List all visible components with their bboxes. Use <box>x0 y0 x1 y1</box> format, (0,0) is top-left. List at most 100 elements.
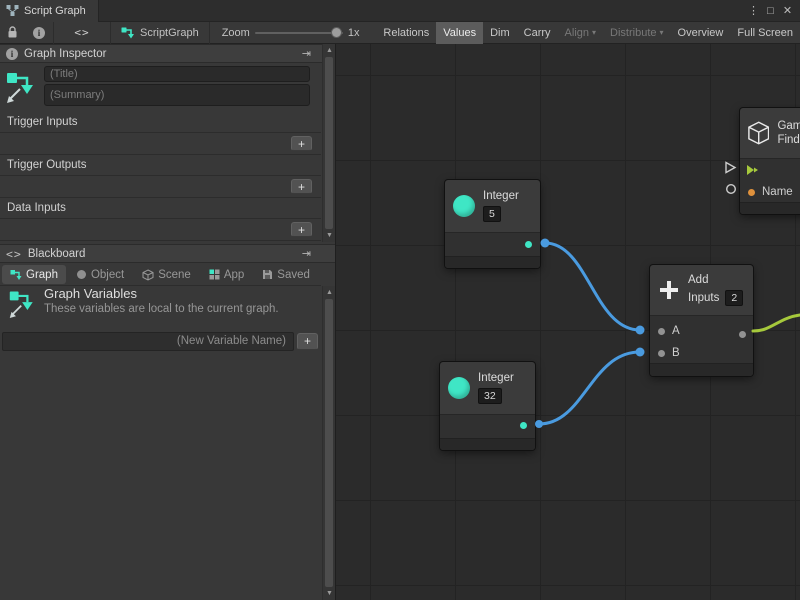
wire-endpoint-dot[interactable] <box>535 420 543 428</box>
tab-script-graph[interactable]: Script Graph <box>0 0 99 22</box>
scene-tab-icon <box>142 269 154 281</box>
script-graph-window: Script Graph ⋮ □ ✕ i <> ScriptGraph <box>0 0 800 600</box>
section-label: Trigger Outputs <box>0 155 321 175</box>
tab-scene[interactable]: Scene <box>134 265 199 284</box>
tab-object[interactable]: Object <box>68 265 132 284</box>
add-trigger-output-button[interactable]: + <box>291 179 312 194</box>
section-data-inputs: Data Inputs + <box>0 198 321 241</box>
blackboard-scrollbar[interactable]: ▲ ▼ <box>322 286 335 600</box>
button-label: Carry <box>524 27 551 39</box>
add-variable-button[interactable]: + <box>297 333 318 350</box>
carry-button[interactable]: Carry <box>517 22 558 44</box>
scroll-down-icon[interactable]: ▼ <box>323 230 336 241</box>
tab-app[interactable]: App <box>201 265 252 284</box>
divider <box>0 240 321 241</box>
app-tab-icon <box>209 269 220 280</box>
wire-add-output[interactable] <box>753 315 800 331</box>
button-label: Distribute <box>610 27 656 39</box>
tab-label: App <box>224 269 244 281</box>
saved-tab-icon <box>262 269 273 280</box>
button-label: Full Screen <box>737 27 793 39</box>
graph-toolbar: i <> ScriptGraph Zoom 1x Relations Value… <box>0 22 800 44</box>
zoom-slider[interactable] <box>255 22 343 44</box>
tab-label: Object <box>91 269 124 281</box>
relations-button[interactable]: Relations <box>376 22 436 44</box>
lock-icon[interactable] <box>0 22 25 44</box>
add-trigger-input-button[interactable]: + <box>291 136 312 151</box>
blackboard-tabs: Graph Object Scene <box>0 264 321 286</box>
blackboard-title: Blackboard <box>28 248 86 260</box>
script-graph-tab-icon <box>6 4 19 17</box>
scroll-up-icon[interactable]: ▲ <box>323 45 336 56</box>
window-close-icon[interactable]: ✕ <box>779 0 796 22</box>
window-menu-icon[interactable]: ⋮ <box>745 0 762 22</box>
new-variable-input[interactable] <box>2 332 294 351</box>
tab-label: Graph <box>26 269 58 281</box>
window-maximize-icon[interactable]: □ <box>762 0 779 22</box>
graph-asset-reference[interactable]: ScriptGraph <box>111 22 210 44</box>
scroll-up-icon[interactable]: ▲ <box>323 287 336 298</box>
graph-asset-icon <box>121 26 135 40</box>
tab-label: Saved <box>277 269 310 281</box>
zoom-value: 1x <box>348 27 360 39</box>
button-label: Values <box>443 27 476 39</box>
wire-endpoint-dot[interactable] <box>636 326 645 335</box>
section-trigger-outputs: Trigger Outputs + <box>0 155 321 198</box>
graph-tab-icon <box>10 269 22 281</box>
empty-list-row: + <box>0 133 321 154</box>
object-tab-icon <box>76 269 87 280</box>
button-label: Relations <box>383 27 429 39</box>
lock-glyph <box>7 26 18 39</box>
summary-input[interactable] <box>44 84 310 106</box>
scrollbar-thumb[interactable] <box>325 57 333 229</box>
distribute-button[interactable]: Distribute ▾ <box>603 22 670 44</box>
inspector-scrollbar[interactable]: ▲ ▼ <box>322 44 335 242</box>
graph-inspector-title: Graph Inspector <box>24 48 106 60</box>
dropdown-caret-icon: ▾ <box>660 29 664 37</box>
graph-canvas[interactable]: Integer 5 Integer 32 <box>336 44 800 600</box>
values-button[interactable]: Values <box>436 22 483 44</box>
wire-integer2-to-add-b[interactable] <box>539 352 640 424</box>
toolbar-buttons: Relations Values Dim Carry Align▾ Distri… <box>376 22 800 44</box>
button-label: Overview <box>678 27 724 39</box>
tab-graph[interactable]: Graph <box>2 265 66 284</box>
info-icon: i <box>6 48 18 60</box>
blackboard-header: <> Blackboard ⇥ <box>0 244 335 263</box>
titlebar: Script Graph ⋮ □ ✕ <box>0 0 800 22</box>
window-controls: ⋮ □ ✕ <box>745 0 800 22</box>
edit-graph-button[interactable]: <> <box>53 22 111 44</box>
section-label: Trigger Inputs <box>0 112 321 132</box>
info-icon[interactable]: i <box>33 27 45 39</box>
blackboard-icon: <> <box>6 247 22 261</box>
empty-list-row: + <box>0 219 321 240</box>
add-data-input-button[interactable]: + <box>291 222 312 237</box>
zoom-slider-track[interactable] <box>255 32 343 34</box>
sidebar: i Graph Inspector ⇥ Trigger Inputs + <box>0 44 336 600</box>
wire-endpoint-dot[interactable] <box>636 348 645 357</box>
graph-inspector-header: i Graph Inspector ⇥ <box>0 44 335 63</box>
popout-icon[interactable]: ⇥ <box>302 47 311 60</box>
graph-variables-icon <box>8 287 38 322</box>
tab-saved[interactable]: Saved <box>254 265 318 284</box>
tab-label: Scene <box>158 269 191 281</box>
full-screen-button[interactable]: Full Screen <box>730 22 800 44</box>
wire-endpoint-dot[interactable] <box>541 239 550 248</box>
graph-variables-title: Graph Variables <box>44 286 137 301</box>
empty-list-row: + <box>0 176 321 197</box>
scrollbar-thumb[interactable] <box>325 299 333 587</box>
align-button[interactable]: Align▾ <box>558 22 603 44</box>
graph-glyph-icon <box>5 68 39 107</box>
button-label: Dim <box>490 27 510 39</box>
zoom-slider-knob[interactable] <box>331 27 342 38</box>
scroll-down-icon[interactable]: ▼ <box>323 588 336 599</box>
wire-layer <box>336 44 800 600</box>
overview-button[interactable]: Overview <box>671 22 731 44</box>
section-trigger-inputs: Trigger Inputs + <box>0 112 321 155</box>
dropdown-caret-icon: ▾ <box>592 29 596 37</box>
wire-integer1-to-add-a[interactable] <box>545 243 640 330</box>
title-input[interactable] <box>44 66 310 82</box>
dim-button[interactable]: Dim <box>483 22 517 44</box>
section-label: Data Inputs <box>0 198 321 218</box>
zoom-label: Zoom <box>222 27 250 39</box>
popout-icon[interactable]: ⇥ <box>302 247 311 260</box>
